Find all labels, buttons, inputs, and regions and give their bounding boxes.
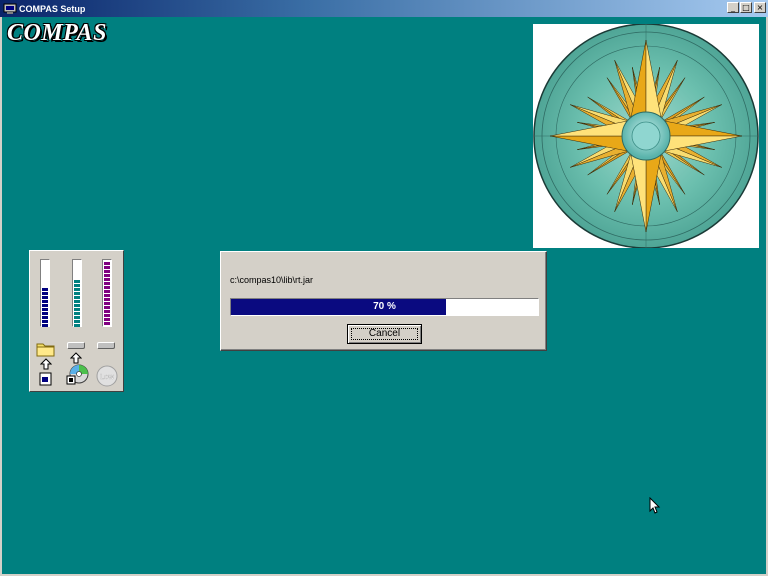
low-badge-text: Low (100, 374, 115, 381)
meter-segment (104, 302, 110, 305)
meter-segment (104, 318, 110, 321)
mouse-cursor-icon (649, 497, 661, 514)
meter-segment (74, 300, 80, 303)
current-file-path: c:\compas10\lib\rt.jar (230, 275, 314, 285)
meter-segment (42, 324, 48, 327)
close-button[interactable]: × (754, 2, 766, 13)
drive-icon (97, 342, 115, 349)
compas-logo: COMPAS (7, 20, 107, 46)
meter-segment (74, 316, 80, 319)
meter-segment (74, 308, 80, 311)
meter-segment (104, 282, 110, 285)
meter-segment (42, 288, 48, 291)
meter-segment (74, 320, 80, 323)
meter-segment (104, 290, 110, 293)
cd-icon (66, 364, 89, 385)
meter-segment (104, 298, 110, 301)
window-frame-left (0, 17, 2, 576)
file-install-icon (39, 372, 52, 386)
maximize-button[interactable]: □ (740, 2, 752, 13)
meter-segment (42, 300, 48, 303)
progress-percent-label: 70 % (373, 301, 396, 312)
low-icon: Low (96, 365, 118, 387)
meter-segment (74, 284, 80, 287)
meter-segment (104, 286, 110, 289)
meter-segment (74, 296, 80, 299)
meter-segment (104, 306, 110, 309)
meter-segment (104, 294, 110, 297)
copy-progress-dialog: c:\compas10\lib\rt.jar 70 % Cancel (220, 251, 547, 351)
meter-segment (74, 288, 80, 291)
meter-segment (74, 304, 80, 307)
meter-segment (104, 278, 110, 281)
meter-segment (104, 310, 110, 313)
cd-read-meter (72, 259, 82, 327)
minimize-button[interactable]: _ (727, 2, 739, 13)
meter-segment (104, 266, 110, 269)
meter-segment (104, 262, 110, 265)
meter-segment (74, 324, 80, 327)
compass-rose-icon (533, 23, 759, 249)
setup-icon (3, 3, 17, 14)
disk-space-meter (40, 259, 50, 327)
resource-meters-panel: Low (29, 250, 124, 392)
focus-rect (351, 328, 418, 340)
folder-icon (36, 343, 55, 357)
meter-segment (42, 316, 48, 319)
arrow-up-icon (70, 352, 82, 364)
meter-segment (104, 314, 110, 317)
meter-segment (74, 280, 80, 283)
meter-segment (104, 274, 110, 277)
title-bar[interactable]: COMPAS Setup _ □ × (0, 0, 768, 17)
meter-segment (42, 320, 48, 323)
window-title: COMPAS Setup (19, 3, 86, 14)
meter-segment (42, 296, 48, 299)
compass-rose-image (533, 23, 759, 249)
meter-segment (42, 304, 48, 307)
progress-bar: 70 % (230, 298, 539, 316)
memory-meter (102, 259, 112, 327)
meter-segment (74, 312, 80, 315)
meter-segment (74, 292, 80, 295)
meter-segment (42, 292, 48, 295)
meter-segment (104, 270, 110, 273)
drive-icon (67, 342, 85, 349)
meter-segment (104, 322, 110, 325)
arrow-up-icon (40, 358, 52, 370)
meter-segment (42, 312, 48, 315)
cancel-button[interactable]: Cancel (347, 324, 422, 344)
meter-segment (42, 308, 48, 311)
